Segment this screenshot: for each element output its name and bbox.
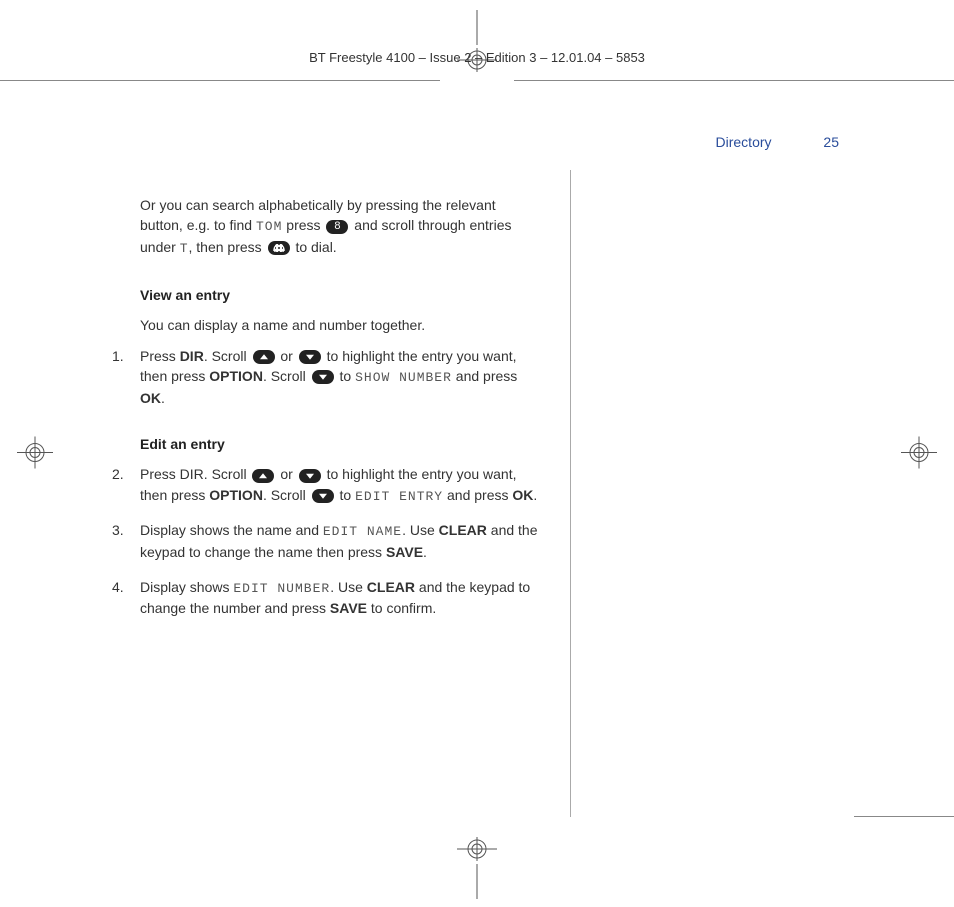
text: . Use xyxy=(330,579,367,595)
text: . xyxy=(533,487,537,503)
bottom-rule-right xyxy=(854,816,954,817)
text: to xyxy=(336,487,355,503)
text: . Use xyxy=(402,522,439,538)
text: , then press xyxy=(189,239,266,255)
display-text-show-number: SHOW NUMBER xyxy=(355,370,452,385)
display-text-edit-number: EDIT NUMBER xyxy=(233,581,330,596)
step-3: 3. Display shows the name and EDIT NAME.… xyxy=(100,520,540,562)
step-number: 4. xyxy=(112,577,124,597)
step-number: 2. xyxy=(112,464,124,484)
scroll-down-icon xyxy=(299,350,321,364)
save-label: SAVE xyxy=(330,600,367,616)
option-label: OPTION xyxy=(209,487,263,503)
page-number: 25 xyxy=(823,134,839,150)
top-rule-right xyxy=(514,80,954,81)
section-name: Directory xyxy=(716,134,772,150)
text: Press DIR. Scroll xyxy=(140,466,250,482)
save-label: SAVE xyxy=(386,544,423,560)
page: BT Freestyle 4100 – Issue 2 – Edition 3 … xyxy=(0,0,954,907)
text: Press xyxy=(140,348,180,364)
text: or xyxy=(277,348,297,364)
text: . xyxy=(423,544,427,560)
key-8-icon xyxy=(326,220,348,234)
option-label: OPTION xyxy=(209,368,263,384)
scroll-up-icon xyxy=(252,469,274,483)
body-column: Or you can search alphabetically by pres… xyxy=(100,195,540,633)
display-text-edit-name: EDIT NAME xyxy=(323,524,402,539)
top-rule-left xyxy=(0,80,440,81)
cropmark-bottom-icon xyxy=(452,829,502,902)
heading-edit-entry: Edit an entry xyxy=(140,434,540,454)
scroll-down-icon xyxy=(312,370,334,384)
text: and press xyxy=(443,487,512,503)
text: . Scroll xyxy=(204,348,251,364)
step-4: 4. Display shows EDIT NUMBER. Use CLEAR … xyxy=(100,577,540,619)
text: and press xyxy=(452,368,517,384)
call-key-icon xyxy=(268,241,290,255)
text: to confirm. xyxy=(367,600,436,616)
scroll-down-icon xyxy=(299,469,321,483)
cropmark-left-icon xyxy=(5,432,55,475)
display-text-tom: TOM xyxy=(256,219,282,234)
step-number: 1. xyxy=(112,346,124,366)
text: . Scroll xyxy=(263,368,310,384)
text: Display shows the name and xyxy=(140,522,323,538)
dir-label: DIR xyxy=(180,348,204,364)
text: press xyxy=(282,217,324,233)
column-divider xyxy=(570,170,571,817)
text: . xyxy=(161,390,165,406)
display-text-edit-entry: EDIT ENTRY xyxy=(355,489,443,504)
step-number: 3. xyxy=(112,520,124,540)
text: or xyxy=(276,466,296,482)
display-text-t: T xyxy=(180,241,189,256)
text: . Scroll xyxy=(263,487,310,503)
text: to xyxy=(336,368,355,384)
intro-paragraph: Or you can search alphabetically by pres… xyxy=(140,195,540,259)
document-header: BT Freestyle 4100 – Issue 2 – Edition 3 … xyxy=(0,50,954,65)
view-entry-sub: You can display a name and number togeth… xyxy=(140,315,540,335)
clear-label: CLEAR xyxy=(439,522,487,538)
text: to dial. xyxy=(292,239,337,255)
running-head: Directory 25 xyxy=(716,134,839,150)
clear-label: CLEAR xyxy=(367,579,415,595)
step-1: 1. Press DIR. Scroll or to highlight the… xyxy=(100,346,540,408)
cropmark-right-icon xyxy=(899,432,949,475)
ok-label: OK xyxy=(512,487,533,503)
text: Display shows xyxy=(140,579,233,595)
scroll-up-icon xyxy=(253,350,275,364)
heading-view-entry: View an entry xyxy=(140,285,540,305)
ok-label: OK xyxy=(140,390,161,406)
cropmark-top-icon xyxy=(452,10,502,83)
scroll-down-icon xyxy=(312,489,334,503)
step-2: 2. Press DIR. Scroll or to highlight the… xyxy=(100,464,540,506)
